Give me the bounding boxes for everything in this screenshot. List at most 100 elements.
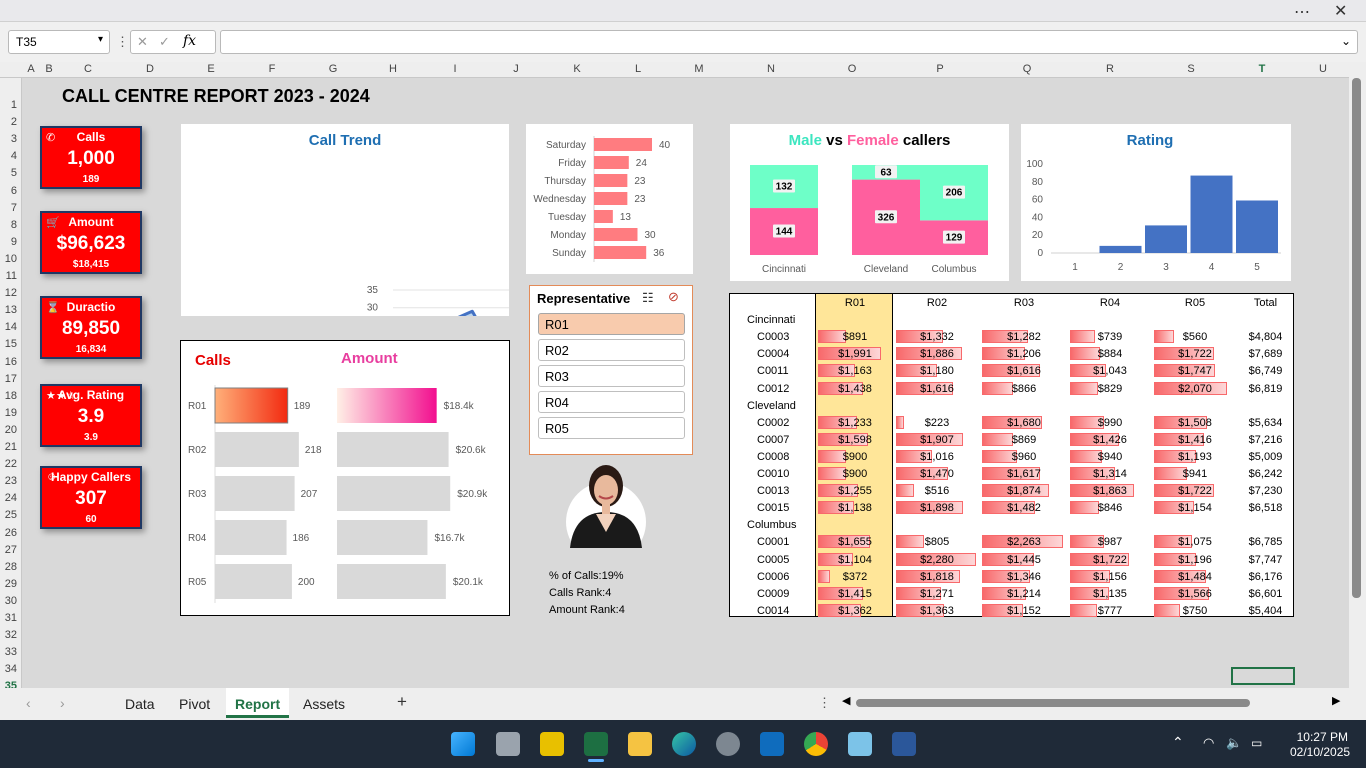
column-header-M[interactable]: M [691, 63, 707, 75]
column-header-D[interactable]: D [142, 63, 158, 75]
row-header-26[interactable]: 26 [5, 527, 17, 539]
edge-icon[interactable] [672, 732, 696, 756]
excel-icon[interactable] [584, 732, 608, 756]
close-icon[interactable]: ✕ [1334, 1, 1347, 21]
prev-sheet-icon[interactable]: ‹ [26, 695, 31, 711]
row-header-3[interactable]: 3 [11, 133, 17, 145]
row-header-14[interactable]: 14 [5, 321, 17, 333]
row-header-27[interactable]: 27 [5, 544, 17, 556]
column-header-B[interactable]: B [41, 63, 57, 75]
row-header-13[interactable]: 13 [5, 304, 17, 316]
row-header-24[interactable]: 24 [5, 492, 17, 504]
slicer-item-r03[interactable]: R03 [538, 365, 685, 387]
tab-options-icon[interactable]: ⋮ [818, 695, 831, 711]
chevron-up-icon[interactable]: ⌃ [1172, 734, 1184, 751]
row-header-34[interactable]: 34 [5, 663, 17, 675]
cancel-icon[interactable]: ✕ [137, 34, 148, 50]
clear-filter-icon[interactable]: ⊘ [668, 289, 679, 305]
column-header-R[interactable]: R [1102, 63, 1118, 75]
row-header-16[interactable]: 16 [5, 356, 17, 368]
slicer-item-r05[interactable]: R05 [538, 417, 685, 439]
name-box[interactable]: T35 ▾ [8, 30, 110, 54]
row-header-21[interactable]: 21 [5, 441, 17, 453]
scroll-left-icon[interactable]: ◀ [842, 694, 850, 707]
next-sheet-icon[interactable]: › [60, 695, 65, 711]
battery-icon[interactable]: ▭ [1251, 736, 1262, 750]
column-header-E[interactable]: E [203, 63, 219, 75]
row-header-30[interactable]: 30 [5, 595, 17, 607]
multi-select-icon[interactable]: ☷ [642, 290, 654, 306]
expand-formula-icon[interactable]: ⌄ [1341, 34, 1351, 48]
row-header-29[interactable]: 29 [5, 578, 17, 590]
enter-icon[interactable]: ✓ [159, 34, 170, 50]
tab-pivot[interactable]: Pivot [170, 688, 219, 718]
column-header-K[interactable]: K [569, 63, 585, 75]
column-header-T[interactable]: T [1254, 63, 1270, 75]
scrollbar-thumb[interactable] [1352, 78, 1361, 598]
row-header-33[interactable]: 33 [5, 646, 17, 658]
word-icon[interactable] [892, 732, 916, 756]
row-header-31[interactable]: 31 [5, 612, 17, 624]
task-view-icon[interactable] [496, 732, 520, 756]
column-header-L[interactable]: L [630, 63, 646, 75]
h-scrollbar-thumb[interactable] [856, 699, 1250, 707]
settings-icon[interactable] [716, 732, 740, 756]
add-sheet-icon[interactable]: + [397, 692, 407, 712]
column-header-I[interactable]: I [447, 63, 463, 75]
row-header-15[interactable]: 15 [5, 338, 17, 350]
row-header-25[interactable]: 25 [5, 509, 17, 521]
snipping-tool-icon[interactable] [540, 732, 564, 756]
slicer-item-r01[interactable]: R01 [538, 313, 685, 335]
volume-icon[interactable]: 🔈 [1226, 735, 1242, 751]
chrome-icon[interactable] [804, 732, 828, 756]
row-header-28[interactable]: 28 [5, 561, 17, 573]
column-header-J[interactable]: J [508, 63, 524, 75]
kebab-icon[interactable]: ⋮ [116, 34, 129, 50]
slicer-item-r04[interactable]: R04 [538, 391, 685, 413]
row-header-8[interactable]: 8 [11, 219, 17, 231]
row-header-9[interactable]: 9 [11, 236, 17, 248]
tab-report[interactable]: Report [226, 688, 290, 718]
vertical-scrollbar[interactable] [1349, 62, 1366, 688]
windows-start-icon[interactable] [451, 732, 475, 756]
row-header-11[interactable]: 11 [6, 270, 17, 282]
row-header-18[interactable]: 18 [5, 390, 17, 402]
column-header-H[interactable]: H [385, 63, 401, 75]
selected-cell[interactable] [1231, 667, 1295, 685]
more-options-icon[interactable]: ⋯ [1294, 2, 1310, 22]
outlook-icon[interactable] [760, 732, 784, 756]
file-explorer-icon[interactable] [628, 732, 652, 756]
row-header-12[interactable]: 12 [5, 287, 17, 299]
row-header-6[interactable]: 6 [11, 185, 17, 197]
row-header-2[interactable]: 2 [11, 116, 17, 128]
row-header-10[interactable]: 10 [5, 253, 17, 265]
wifi-icon[interactable]: ◠ [1203, 735, 1214, 751]
tab-data[interactable]: Data [116, 688, 164, 718]
tab-assets[interactable]: Assets [294, 688, 354, 718]
row-header-19[interactable]: 19 [5, 407, 17, 419]
column-header-Q[interactable]: Q [1019, 63, 1035, 75]
scroll-right-icon[interactable]: ▶ [1332, 694, 1340, 707]
row-header-23[interactable]: 23 [5, 475, 17, 487]
function-icon[interactable]: fx [183, 33, 196, 49]
slicer-item-r02[interactable]: R02 [538, 339, 685, 361]
row-header-1[interactable]: 1 [11, 99, 17, 111]
column-header-C[interactable]: C [80, 63, 96, 75]
column-header-A[interactable]: A [23, 63, 39, 75]
row-header-5[interactable]: 5 [11, 167, 17, 179]
column-header-G[interactable]: G [325, 63, 341, 75]
row-header-4[interactable]: 4 [11, 150, 17, 162]
row-header-20[interactable]: 20 [5, 424, 17, 436]
horizontal-scrollbar[interactable]: ◀ ▶ [840, 694, 1348, 710]
row-header-7[interactable]: 7 [11, 202, 17, 214]
chevron-down-icon[interactable]: ▾ [98, 34, 103, 45]
column-header-F[interactable]: F [264, 63, 280, 75]
row-header-17[interactable]: 17 [5, 373, 17, 385]
column-header-N[interactable]: N [763, 63, 779, 75]
row-header-22[interactable]: 22 [5, 458, 17, 470]
formula-input[interactable]: ⌄ [220, 30, 1358, 54]
column-header-O[interactable]: O [844, 63, 860, 75]
notepad-icon[interactable] [848, 732, 872, 756]
column-header-U[interactable]: U [1315, 63, 1331, 75]
clock[interactable]: 10:27 PM 02/10/2025 [1290, 730, 1350, 760]
